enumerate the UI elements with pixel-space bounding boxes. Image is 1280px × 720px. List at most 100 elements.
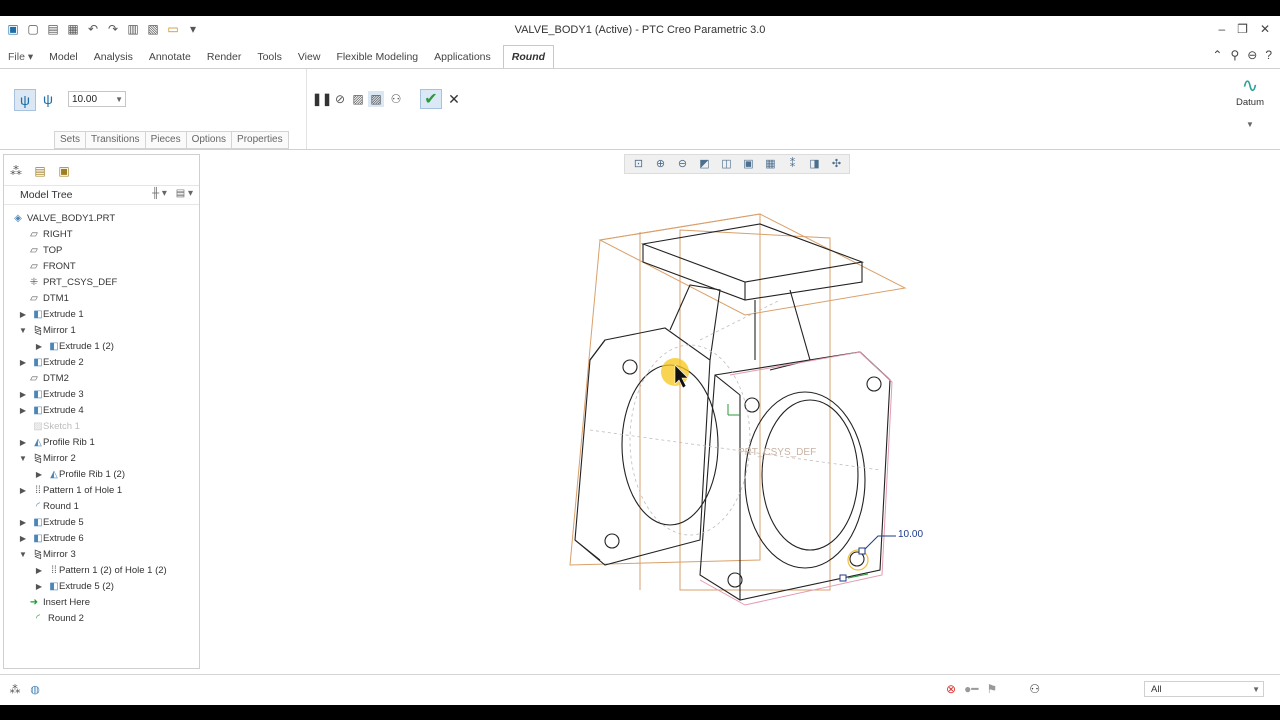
tree-item-dtm2[interactable]: ▱ DTM2 bbox=[4, 371, 199, 387]
constant-round-icon[interactable]: ψ bbox=[14, 89, 36, 111]
full-round-icon[interactable]: ψ bbox=[38, 89, 58, 109]
tree-item-label: Extrude 2 bbox=[43, 357, 84, 368]
tree-item-profile-rib-1[interactable]: ▶ ◭ Profile Rib 1 bbox=[4, 435, 199, 451]
subtab-sets[interactable]: Sets bbox=[54, 131, 87, 149]
tab-annotate[interactable]: Annotate bbox=[141, 46, 199, 68]
creo-window: ▣ ▢ ▤ ▦ ↶ ↷ ▥ ▧ ▭ ▾ VALVE_BODY1 (Active)… bbox=[0, 16, 1280, 705]
tab-tools[interactable]: Tools bbox=[249, 46, 290, 68]
minimize-icon[interactable]: – bbox=[1218, 22, 1225, 36]
tree-item-round-2[interactable]: ◜ Round 2 bbox=[4, 611, 199, 627]
tab-analysis[interactable]: Analysis bbox=[86, 46, 141, 68]
expand-icon[interactable]: ▶ bbox=[18, 355, 28, 371]
tree-item-top[interactable]: ▱ TOP bbox=[4, 243, 199, 259]
tab-flexible-modeling[interactable]: Flexible Modeling bbox=[328, 46, 426, 68]
cancel-button[interactable]: ✕ bbox=[446, 89, 462, 109]
find-icon[interactable]: ⚇ bbox=[1029, 682, 1040, 696]
tree-item-extrude-5[interactable]: ▶ ◧ Extrude 5 bbox=[4, 515, 199, 531]
valve-body-edges bbox=[574, 223, 891, 601]
tab-applications[interactable]: Applications bbox=[426, 46, 499, 68]
tree-item-label: DTM1 bbox=[43, 293, 69, 304]
collapse-icon[interactable]: ▼ bbox=[18, 451, 28, 467]
tree-item-pattern-1-2[interactable]: ▶ ⁞⁞ Pattern 1 (2) of Hole 1 (2) bbox=[4, 563, 199, 579]
search-icon[interactable]: ⚲ bbox=[1230, 48, 1239, 62]
model-wireframe[interactable]: PRT_CSYS_DEF 10.00 bbox=[200, 154, 1280, 674]
browser-toggle-icon[interactable]: ◍ bbox=[28, 683, 42, 697]
datum-group[interactable]: ∿ Datum ▼ bbox=[1230, 75, 1270, 129]
stop-regen-icon[interactable]: ⊗ bbox=[946, 682, 956, 696]
tree-item-extrude-2[interactable]: ▶ ◧ Extrude 2 bbox=[4, 355, 199, 371]
datum-plane-icon: ▱ bbox=[30, 261, 38, 272]
subtab-pieces[interactable]: Pieces bbox=[144, 131, 187, 149]
tree-item-extrude-3[interactable]: ▶ ◧ Extrude 3 bbox=[4, 387, 199, 403]
tree-item-label: Pattern 1 (2) of Hole 1 (2) bbox=[59, 565, 167, 576]
collapse-icon[interactable]: ▼ bbox=[18, 547, 28, 563]
folder-browser-tab-icon[interactable]: ▤ bbox=[32, 163, 48, 179]
selection-filter[interactable]: All ▼ bbox=[1144, 681, 1264, 697]
attached-preview-icon[interactable]: ▨ bbox=[368, 91, 384, 107]
tab-round[interactable]: Round bbox=[502, 45, 555, 69]
subtab-properties[interactable]: Properties bbox=[231, 131, 289, 149]
navigator-toggle-icon[interactable]: ⁂ bbox=[8, 683, 22, 697]
ribbon-separator bbox=[306, 69, 307, 149]
settings-icon[interactable]: ╫ bbox=[152, 188, 159, 199]
tree-item-label: Sketch 1 bbox=[43, 421, 80, 432]
tree-item-mirror-2[interactable]: ▼ ⧎ Mirror 2 bbox=[4, 451, 199, 467]
tree-item-pattern-1[interactable]: ▶ ⁞⁞ Pattern 1 of Hole 1 bbox=[4, 483, 199, 499]
expand-icon[interactable]: ▶ bbox=[34, 563, 44, 579]
show-icon[interactable]: ▤ bbox=[176, 188, 185, 199]
verify-mode-icon[interactable]: ⚇ bbox=[388, 91, 404, 107]
tree-item-root[interactable]: ◈ VALVE_BODY1.PRT bbox=[4, 211, 199, 227]
tree-item-insert-here[interactable]: ➜ Insert Here bbox=[4, 595, 199, 611]
expand-icon[interactable]: ▶ bbox=[34, 339, 44, 355]
tree-item-round-1[interactable]: ◜ Round 1 bbox=[4, 499, 199, 515]
expand-icon[interactable]: ▶ bbox=[18, 531, 28, 547]
chevron-down-icon[interactable]: ▼ bbox=[1230, 120, 1270, 129]
help-icon[interactable]: ? bbox=[1265, 48, 1272, 62]
expand-icon[interactable]: ▶ bbox=[18, 435, 28, 451]
chevron-down-icon[interactable]: ▼ bbox=[1252, 682, 1260, 698]
tree-item-front[interactable]: ▱ FRONT bbox=[4, 259, 199, 275]
pause-icon[interactable]: ❚❚ bbox=[312, 91, 332, 107]
tab-view[interactable]: View bbox=[290, 46, 329, 68]
tree-item-sketch-1[interactable]: ▨ Sketch 1 bbox=[4, 419, 199, 435]
tab-render[interactable]: Render bbox=[199, 46, 249, 68]
expand-icon[interactable]: ▶ bbox=[18, 515, 28, 531]
subtab-transitions[interactable]: Transitions bbox=[85, 131, 146, 149]
expand-icon[interactable]: ▶ bbox=[34, 579, 44, 595]
radius-input[interactable]: 10.00 ▼ bbox=[68, 91, 126, 107]
model-tree-tab-icon[interactable]: ⁂ bbox=[8, 163, 24, 179]
collapse-icon[interactable]: ▼ bbox=[18, 323, 28, 339]
tab-file[interactable]: File ▾ bbox=[0, 46, 41, 68]
graphics-window[interactable]: ⊡ ⊕ ⊖ ◩ ◫ ▣ ▦ ⁑ ◨ ✣ PRT_CSYS_DEF 10.00 bbox=[200, 154, 1280, 674]
separate-preview-icon[interactable]: ▨ bbox=[350, 91, 366, 107]
tab-model[interactable]: Model bbox=[41, 46, 86, 68]
ok-button[interactable]: ✔ bbox=[420, 89, 442, 109]
tree-item-extrude-5-2[interactable]: ▶ ◧ Extrude 5 (2) bbox=[4, 579, 199, 595]
favorites-tab-icon[interactable]: ▣ bbox=[56, 163, 72, 179]
expand-icon[interactable]: ▶ bbox=[18, 403, 28, 419]
subtab-options[interactable]: Options bbox=[185, 131, 233, 149]
tree-item-profile-rib-1-2[interactable]: ▶ ◭ Profile Rib 1 (2) bbox=[4, 467, 199, 483]
tree-item-extrude-1[interactable]: ▶ ◧ Extrude 1 bbox=[4, 307, 199, 323]
tree-item-mirror-3[interactable]: ▼ ⧎ Mirror 3 bbox=[4, 547, 199, 563]
tree-item-csys[interactable]: ⁜ PRT_CSYS_DEF bbox=[4, 275, 199, 291]
expand-icon[interactable]: ▶ bbox=[18, 483, 28, 499]
tree-item-extrude-6[interactable]: ▶ ◧ Extrude 6 bbox=[4, 531, 199, 547]
expand-icon[interactable]: ▶ bbox=[34, 467, 44, 483]
close-icon[interactable]: ✕ bbox=[1260, 22, 1270, 36]
datum-plane-icon: ▱ bbox=[30, 373, 38, 384]
tree-item-right[interactable]: ▱ RIGHT bbox=[4, 227, 199, 243]
expand-icon[interactable]: ▶ bbox=[18, 387, 28, 403]
tree-item-extrude-4[interactable]: ▶ ◧ Extrude 4 bbox=[4, 403, 199, 419]
chevron-down-icon[interactable]: ▼ bbox=[115, 92, 123, 108]
expand-icon[interactable]: ▶ bbox=[18, 307, 28, 323]
maximize-icon[interactable]: ❐ bbox=[1237, 22, 1248, 36]
tree-item-dtm1[interactable]: ▱ DTM1 bbox=[4, 291, 199, 307]
no-preview-icon[interactable]: ⊘ bbox=[332, 91, 348, 107]
minimize-ribbon-icon[interactable]: ⌃ bbox=[1212, 48, 1222, 62]
tree-item-label: Extrude 5 bbox=[43, 517, 84, 528]
tree-item-mirror-1[interactable]: ▼ ⧎ Mirror 1 bbox=[4, 323, 199, 339]
command-search-icon[interactable]: ⊖ bbox=[1247, 48, 1257, 62]
tree-item-extrude-1-2[interactable]: ▶ ◧ Extrude 1 (2) bbox=[4, 339, 199, 355]
datum-plane-icon: ▱ bbox=[30, 245, 38, 256]
